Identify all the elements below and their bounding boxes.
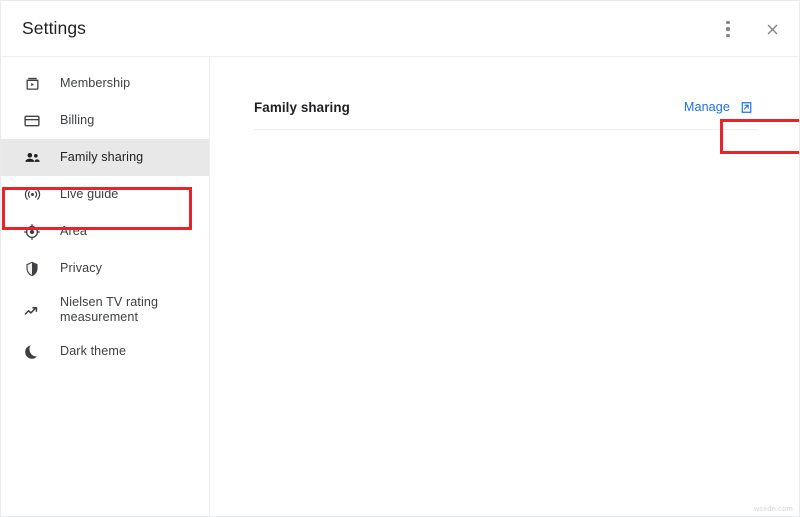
sidebar-item-billing[interactable]: Billing [1, 102, 209, 139]
membership-icon [22, 74, 42, 94]
close-icon [764, 21, 781, 38]
sidebar-item-label: Dark theme [60, 344, 126, 359]
highlight-box-manage [720, 119, 800, 154]
location-icon [22, 222, 42, 242]
header-actions [711, 1, 789, 57]
section-divider [254, 129, 758, 130]
sidebar-item-label: Privacy [60, 261, 102, 276]
close-button[interactable] [755, 12, 789, 46]
settings-content: Family sharing Manage [211, 57, 800, 517]
moon-icon [22, 342, 42, 362]
manage-link-label: Manage [684, 100, 730, 114]
section-header-row: Family sharing Manage [254, 90, 758, 124]
sidebar-item-area[interactable]: Area [1, 213, 209, 250]
more-options-button[interactable] [711, 12, 745, 46]
sidebar-item-privacy[interactable]: Privacy [1, 250, 209, 287]
family-sharing-section: Family sharing Manage [254, 90, 758, 130]
manage-link[interactable]: Manage [680, 98, 758, 117]
sidebar-item-family-sharing[interactable]: Family sharing [1, 139, 209, 176]
shield-icon [22, 259, 42, 279]
sidebar-item-label: Membership [60, 76, 130, 91]
settings-sidebar: Membership Billing Family sharing [1, 57, 210, 517]
people-icon [22, 148, 42, 168]
kebab-menu-icon [726, 19, 729, 38]
sidebar-item-label: Family sharing [60, 150, 143, 165]
open-in-new-icon [739, 100, 754, 115]
sidebar-item-label: Live guide [60, 187, 118, 202]
dialog-header: Settings [1, 1, 800, 57]
sidebar-item-membership[interactable]: Membership [1, 65, 209, 102]
broadcast-icon [22, 185, 42, 205]
sidebar-item-label: Area [60, 224, 87, 239]
sidebar-item-dark-theme[interactable]: Dark theme [1, 333, 209, 370]
trending-up-icon [22, 300, 42, 320]
section-title: Family sharing [254, 100, 350, 115]
credit-card-icon [22, 111, 42, 131]
sidebar-item-label: Billing [60, 113, 94, 128]
sidebar-item-label: Nielsen TV rating measurement [60, 295, 158, 325]
settings-dialog: Settings [0, 0, 800, 517]
page-title: Settings [22, 18, 86, 39]
watermark: wsxdn.com [754, 504, 793, 513]
sidebar-item-nielsen-tv-rating-measurement[interactable]: Nielsen TV rating measurement [1, 287, 209, 333]
sidebar-item-live-guide[interactable]: Live guide [1, 176, 209, 213]
